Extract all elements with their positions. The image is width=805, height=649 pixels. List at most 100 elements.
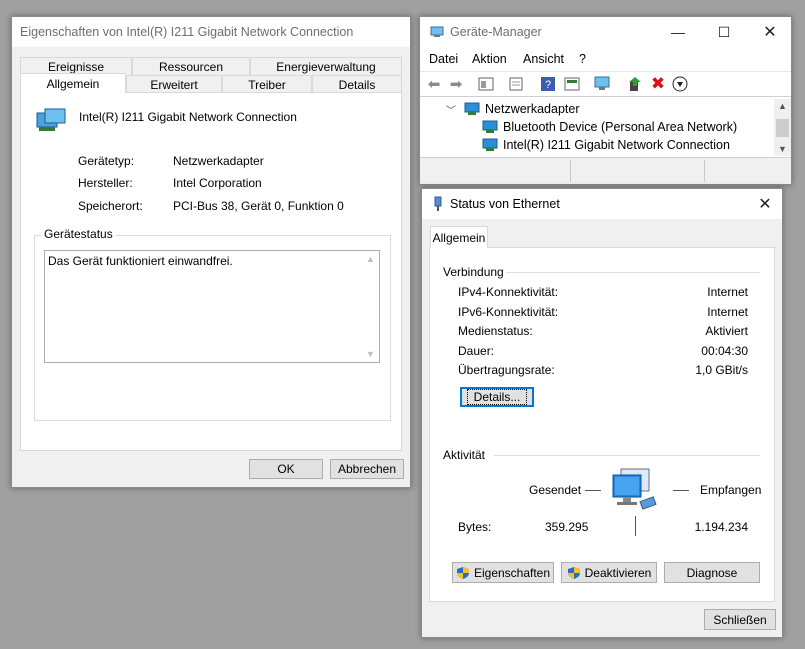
tree-scrollbar[interactable]: ▲ ▼ <box>774 99 791 156</box>
field-label-manufacturer: Hersteller: <box>78 176 133 190</box>
sent-label: Gesendet <box>529 483 582 497</box>
tab-energieverwaltung[interactable]: Energieverwaltung <box>250 57 402 75</box>
scan-hardware-icon[interactable] <box>593 74 613 94</box>
update-driver-icon[interactable] <box>625 74 645 94</box>
tab-ressourcen[interactable]: Ressourcen <box>132 57 250 75</box>
tab-erweitert[interactable]: Erweitert <box>126 75 222 93</box>
device-status-text: Das Gerät funktioniert einwandfrei. <box>48 254 233 268</box>
download-icon[interactable] <box>670 74 690 94</box>
activity-header: Aktivität <box>443 448 486 462</box>
properties-titlebar[interactable]: Eigenschaften von Intel(R) I211 Gigabit … <box>12 17 410 47</box>
row-value-speed: 1,0 GBit/s <box>695 363 748 377</box>
connection-header: Verbindung <box>443 265 504 279</box>
properties-window: Eigenschaften von Intel(R) I211 Gigabit … <box>11 16 411 488</box>
row-label-duration: Dauer: <box>458 344 495 358</box>
back-icon[interactable]: ⬅ <box>424 74 444 94</box>
device-status-label: Gerätestatus <box>41 227 116 241</box>
scroll-down-icon[interactable]: ▼ <box>366 349 375 359</box>
row-label-ipv6: IPv6-Konnektivität: <box>458 305 559 319</box>
tree-item-bluetooth[interactable]: Bluetooth Device (Personal Area Network) <box>420 118 737 136</box>
field-value-type: Netzwerkadapter <box>173 154 264 168</box>
tree-item-intel-i211[interactable]: Intel(R) I211 Gigabit Network Connection <box>420 136 730 154</box>
close-icon[interactable]: ✕ <box>746 189 784 219</box>
ethernet-icon <box>433 196 443 212</box>
device-tree: ﹀ Netzwerkadapter Bluetooth Device (Pers… <box>420 99 774 156</box>
scroll-thumb[interactable] <box>776 119 789 137</box>
forward-icon[interactable]: ➡ <box>446 74 466 94</box>
connection-separator <box>506 272 760 273</box>
properties-panel: Intel(R) I211 Gigabit Network Connection… <box>20 92 402 451</box>
network-category-icon <box>464 102 480 115</box>
devmgr-toolbar: ⬅ ➡ ? ✖ <box>420 71 791 97</box>
row-value-ipv4: Internet <box>707 285 748 299</box>
scroll-down-icon[interactable]: ▼ <box>778 144 787 154</box>
status-panel: Verbindung IPv4-Konnektivität: Internet … <box>429 247 775 602</box>
tab-details[interactable]: Details <box>312 75 402 93</box>
bytes-received: 1.194.234 <box>694 520 748 534</box>
received-line <box>673 490 689 491</box>
device-status-textbox[interactable]: Das Gerät funktioniert einwandfrei. ▲ ▼ <box>44 250 380 363</box>
device-status-scrollbar[interactable]: ▲ ▼ <box>362 251 379 362</box>
field-value-location: PCI-Bus 38, Gerät 0, Funktion 0 <box>173 199 344 213</box>
device-manager-window: Geräte-Manager — ☐ ✕ Datei Aktion Ansich… <box>419 16 792 185</box>
field-value-manufacturer: Intel Corporation <box>173 176 262 190</box>
status-titlebar[interactable]: Status von Ethernet <box>422 189 782 219</box>
chevron-down-icon[interactable]: ﹀ <box>446 102 456 117</box>
properties-button[interactable]: Eigenschaften <box>452 562 554 583</box>
properties-title: Eigenschaften von Intel(R) I211 Gigabit … <box>20 25 354 39</box>
device-manager-icon <box>430 25 444 39</box>
ethernet-status-window: Status von Ethernet ✕ Allgemein Verbindu… <box>421 188 783 638</box>
field-label-type: Gerätetyp: <box>78 154 135 168</box>
field-label-location: Speicherort: <box>78 199 143 213</box>
tree-label: Intel(R) I211 Gigabit Network Connection <box>503 138 730 152</box>
minimize-icon[interactable]: — <box>655 17 701 47</box>
row-value-media: Aktiviert <box>705 324 748 338</box>
scroll-up-icon[interactable]: ▲ <box>366 254 375 264</box>
disable-button[interactable]: Deaktivieren <box>561 562 657 583</box>
tree-item-network-adapters[interactable]: ﹀ Netzwerkadapter <box>420 100 580 118</box>
menu-aktion[interactable]: Aktion <box>472 47 507 71</box>
tree-view-icon[interactable] <box>476 74 496 94</box>
uac-shield-icon <box>456 566 469 579</box>
sent-line <box>585 490 601 491</box>
details-button[interactable]: Details... <box>460 387 534 407</box>
row-label-media: Medienstatus: <box>458 324 533 338</box>
row-label-speed: Übertragungsrate: <box>458 363 555 377</box>
close-button[interactable]: Schließen <box>704 609 776 630</box>
devmgr-menubar: Datei Aktion Ansicht ? <box>420 47 791 71</box>
menu-datei[interactable]: Datei <box>429 47 458 71</box>
tree-label: Netzwerkadapter <box>485 102 580 116</box>
cancel-button[interactable]: Abbrechen <box>330 459 404 479</box>
properties-icon[interactable] <box>506 74 526 94</box>
maximize-icon[interactable]: ☐ <box>701 17 747 47</box>
devmgr-statusbar <box>420 157 791 184</box>
row-value-duration: 00:04:30 <box>701 344 748 358</box>
help-icon[interactable]: ? <box>538 74 558 94</box>
device-name: Intel(R) I211 Gigabit Network Connection <box>79 110 297 124</box>
network-adapter-icon <box>35 107 67 135</box>
statusbar-divider <box>570 160 571 182</box>
diagnose-button[interactable]: Diagnose <box>664 562 760 583</box>
tab-allgemein[interactable]: Allgemein <box>430 226 488 248</box>
tab-allgemein[interactable]: Allgemein <box>20 73 126 93</box>
tab-treiber[interactable]: Treiber <box>222 75 312 93</box>
statusbar-divider <box>704 160 705 182</box>
network-device-icon <box>482 120 498 133</box>
ok-button[interactable]: OK <box>249 459 323 479</box>
menu-ansicht[interactable]: Ansicht <box>523 47 564 71</box>
view-icon[interactable] <box>562 74 582 94</box>
row-value-ipv6: Internet <box>707 305 748 319</box>
received-label: Empfangen <box>700 483 762 497</box>
bytes-sent: 359.295 <box>545 520 589 534</box>
svg-text:?: ? <box>545 79 551 91</box>
close-icon[interactable]: ✕ <box>747 17 793 47</box>
bytes-divider <box>635 516 636 536</box>
scroll-up-icon[interactable]: ▲ <box>778 101 787 111</box>
activity-separator <box>494 455 760 456</box>
bytes-label: Bytes: <box>458 520 492 534</box>
uac-shield-icon <box>567 566 580 579</box>
menu-help[interactable]: ? <box>579 47 586 71</box>
network-activity-icon <box>611 467 663 515</box>
network-device-icon <box>482 138 498 151</box>
uninstall-icon[interactable]: ✖ <box>648 74 668 94</box>
